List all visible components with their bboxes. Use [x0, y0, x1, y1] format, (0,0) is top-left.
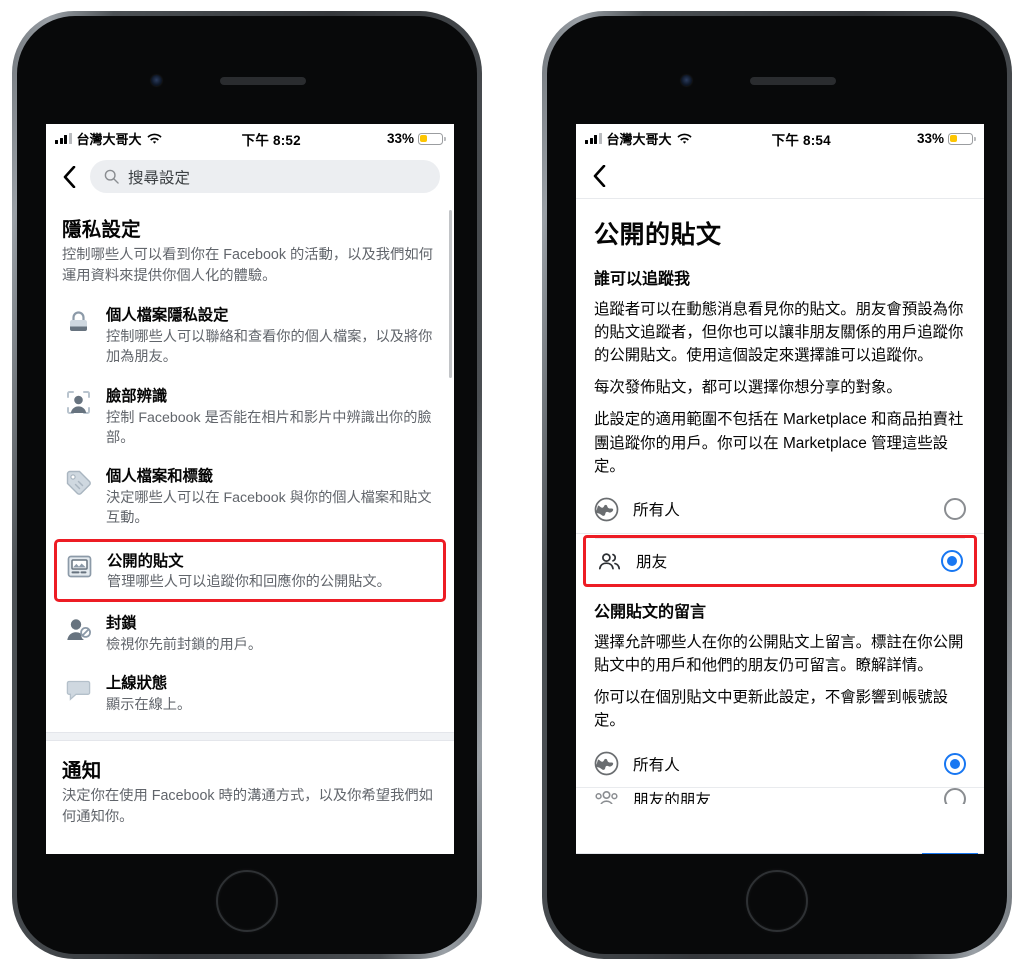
- status-bar-right: 台灣大哥大 下午 8:54 33%: [576, 124, 984, 153]
- paragraph: 追蹤者可以在動態消息看見你的貼文。朋友會預設為你的貼文追蹤者，但你也可以讓非朋友…: [594, 301, 964, 365]
- friends-of-friends-icon: [594, 788, 619, 805]
- radio-button-selected[interactable]: [944, 752, 966, 775]
- search-icon: [104, 169, 119, 184]
- radio-option-friends[interactable]: 朋友: [595, 537, 965, 584]
- battery-icon: [418, 132, 446, 145]
- paragraph: 選擇允許哪些人在你的公開貼文上留言。標註在你公開貼文中的用戶和他們的朋友仍可留言…: [594, 633, 964, 674]
- phone-device-right: 台灣大哥大 下午 8:54 33% 公開的貼文 誰可以追蹤我 追蹤者可以在動態消…: [542, 11, 1012, 959]
- row-title: 上線狀態: [106, 675, 168, 693]
- section-description: 決定你在使用 Facebook 時的溝通方式，以及你希望我們如何通知你。: [62, 788, 433, 825]
- public-posts-page: 公開的貼文 誰可以追蹤我 追蹤者可以在動態消息看見你的貼文。朋友會預設為你的貼文…: [576, 199, 984, 805]
- nav-bar: [576, 153, 984, 199]
- highlight-annotation-public-posts: 公開的貼文 管理哪些人可以追蹤你和回應你的公開貼文。: [46, 537, 454, 604]
- row-title: 公開的貼文: [107, 553, 184, 570]
- row-description: 顯示在線上。: [106, 697, 192, 714]
- section-title: 通知: [62, 760, 102, 783]
- option-label: 朋友的朋友: [633, 792, 711, 805]
- public-posts-scroll-area[interactable]: 公開的貼文 誰可以追蹤我 追蹤者可以在動態消息看見你的貼文。朋友會預設為你的貼文…: [576, 199, 984, 853]
- section-divider: [46, 732, 454, 742]
- speaker-grille: [750, 77, 836, 85]
- back-button[interactable]: [58, 164, 80, 190]
- privacy-settings-list: 個人檔案隱私設定 控制哪些人可以聯絡和查看你的個人檔案，以及將你加為朋友。 臉部…: [46, 290, 454, 724]
- globe-icon: [594, 497, 619, 522]
- row-description: 管理哪些人可以追蹤你和回應你的公開貼文。: [107, 574, 391, 590]
- globe-icon: [594, 751, 619, 776]
- settings-row-public-posts[interactable]: 公開的貼文 管理哪些人可以追蹤你和回應你的公開貼文。: [54, 539, 446, 603]
- radio-button-unselected[interactable]: [944, 498, 966, 521]
- paragraph: 你可以在個別貼文中更新此設定，不會影響到帳號設定。: [594, 688, 948, 730]
- battery-percent-label: 33%: [916, 131, 944, 146]
- face-scan-icon: [64, 388, 93, 417]
- battery-percent-label: 33%: [386, 131, 414, 146]
- home-button[interactable]: [746, 870, 808, 932]
- carrier-label: 台灣大哥大: [76, 132, 142, 147]
- subsection-heading-comments: 公開貼文的留言: [594, 603, 707, 621]
- clock-label: 下午 8:52: [241, 132, 301, 148]
- carrier-label: 台灣大哥大: [606, 132, 672, 147]
- search-navbar: 搜尋設定: [46, 153, 454, 200]
- screenshot-root: 台灣大哥大 下午 8:52 33% 搜尋設定 隱私設定 控制哪些人可以看到你在 …: [0, 0, 1024, 970]
- signal-strength-icon: [585, 133, 602, 144]
- section-title: 隱私設定: [62, 219, 141, 241]
- speaker-grille: [220, 77, 306, 85]
- status-bar-left: 台灣大哥大 下午 8:52 33%: [46, 124, 454, 153]
- front-camera-icon: [681, 75, 692, 86]
- section-description: 控制哪些人可以看到你在 Facebook 的活動，以及我們如何運用資料來提供你個…: [62, 247, 433, 284]
- search-input[interactable]: 搜尋設定: [90, 160, 440, 193]
- settings-row[interactable]: 封鎖 檢視你先前封鎖的用戶。: [46, 604, 454, 664]
- search-placeholder: 搜尋設定: [128, 169, 191, 187]
- row-title: 封鎖: [106, 615, 137, 633]
- row-title: 個人檔案隱私設定: [106, 307, 229, 325]
- home-button[interactable]: [216, 870, 278, 932]
- back-button[interactable]: [588, 163, 610, 189]
- block-user-icon: [64, 615, 93, 644]
- tag-icon: [64, 468, 93, 497]
- settings-row[interactable]: 上線狀態 顯示在線上。: [46, 664, 454, 724]
- page-title: 公開的貼文: [594, 221, 722, 249]
- notifications-section-header: 通知 決定你在使用 Facebook 時的溝通方式，以及你希望我們如何通知你。: [46, 741, 454, 831]
- row-title: 個人檔案和標籤: [106, 467, 214, 485]
- friends-icon: [597, 549, 622, 574]
- wifi-icon: [146, 133, 162, 144]
- row-description: 控制哪些人可以聯絡和查看你的個人檔案，以及將你加為朋友。: [106, 329, 433, 366]
- option-label: 朋友: [636, 554, 668, 572]
- screen-left: 台灣大哥大 下午 8:52 33% 搜尋設定 隱私設定 控制哪些人可以看到你在 …: [46, 124, 454, 854]
- row-description: 控制 Facebook 是否能在相片和影片中辨識出你的臉部。: [106, 409, 432, 446]
- wifi-icon: [676, 133, 692, 144]
- highlight-annotation-friends-option: 朋友: [576, 534, 984, 588]
- paragraph: 每次發佈貼文，都可以選擇你想分享的對象。: [594, 379, 902, 397]
- settings-scroll-area[interactable]: 隱私設定 控制哪些人可以看到你在 Facebook 的活動，以及我們如何運用資料…: [46, 200, 454, 854]
- front-camera-icon: [151, 75, 162, 86]
- settings-row[interactable]: 個人檔案和標籤 決定哪些人可以在 Facebook 與你的個人檔案和貼文互動。: [46, 457, 454, 537]
- row-description: 檢視你先前封鎖的用戶。: [106, 637, 263, 654]
- radio-option-friends-of-friends[interactable]: 朋友的朋友: [576, 788, 984, 805]
- clock-label: 下午 8:54: [771, 132, 831, 148]
- option-label: 所有人: [633, 502, 680, 520]
- screen-right: 台灣大哥大 下午 8:54 33% 公開的貼文 誰可以追蹤我 追蹤者可以在動態消…: [576, 124, 984, 854]
- battery-icon: [948, 132, 976, 145]
- radio-button-unselected[interactable]: [944, 788, 966, 805]
- subsection-heading-follow: 誰可以追蹤我: [594, 271, 691, 288]
- row-title: 臉部辨識: [106, 387, 168, 405]
- row-description: 決定哪些人可以在 Facebook 與你的個人檔案和貼文互動。: [106, 489, 432, 526]
- option-label: 所有人: [633, 756, 680, 774]
- settings-row[interactable]: 個人檔案隱私設定 控制哪些人可以聯絡和查看你的個人檔案，以及將你加為朋友。: [46, 296, 454, 376]
- settings-row[interactable]: 臉部辨識 控制 Facebook 是否能在相片和影片中辨識出你的臉部。: [46, 377, 454, 457]
- privacy-section-header: 隱私設定 控制哪些人可以看到你在 Facebook 的活動，以及我們如何運用資料…: [46, 200, 454, 290]
- radio-option-public[interactable]: 所有人: [576, 486, 984, 534]
- radio-option-comments-public[interactable]: 所有人: [576, 740, 984, 789]
- signal-strength-icon: [55, 133, 72, 144]
- radio-button-selected[interactable]: [941, 550, 963, 573]
- bottom-tab-bar-right: 動態消息 Marketplace 7 社團: [576, 853, 984, 854]
- phone-device-left: 台灣大哥大 下午 8:52 33% 搜尋設定 隱私設定 控制哪些人可以看到你在 …: [12, 11, 482, 959]
- chat-bubble-icon: [64, 675, 93, 704]
- paragraph: 此設定的適用範圍不包括在 Marketplace 和商品拍賣社團追蹤你的用戶。你…: [594, 411, 964, 475]
- lock-icon: [64, 307, 93, 336]
- photo-icon: [65, 552, 94, 581]
